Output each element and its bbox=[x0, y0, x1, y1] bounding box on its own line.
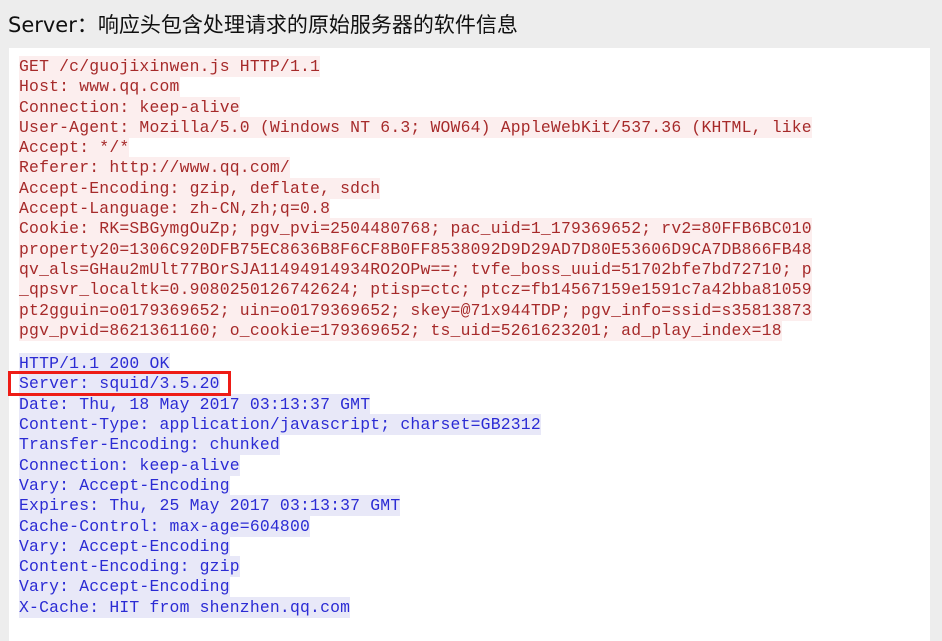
response-header-line-text: Connection: keep-alive bbox=[19, 454, 240, 476]
request-header-line-text: Host: www.qq.com bbox=[19, 76, 180, 98]
page-root: Server：响应头包含处理请求的原始服务器的软件信息 GET /c/guoji… bbox=[0, 0, 942, 641]
request-header-line: Referer: http://www.qq.com/ bbox=[9, 157, 930, 179]
title-bar: Server：响应头包含处理请求的原始服务器的软件信息 bbox=[0, 0, 942, 48]
request-header-line: _qpsvr_localtk=0.9080250126742624; ptisp… bbox=[9, 279, 930, 301]
response-header-line-text: Vary: Accept-Encoding bbox=[19, 576, 230, 598]
headers-list: GET /c/guojixinwen.js HTTP/1.1 Host: www.… bbox=[9, 48, 930, 618]
request-header-line-text: property20=1306C920DFB75EC8636B8F6CF8B0F… bbox=[19, 238, 812, 260]
request-header-line-text: Referer: http://www.qq.com/ bbox=[19, 157, 290, 179]
request-header-line: Host: www.qq.com bbox=[9, 76, 930, 98]
request-header-line-text: Accept-Language: zh-CN,zh;q=0.8 bbox=[19, 198, 331, 220]
request-header-line-text: Cookie: RK=SBGymgOuZp; pgv_pvi=250448076… bbox=[19, 218, 812, 240]
request-header-line-text: Accept-Encoding: gzip, deflate, sdch bbox=[19, 177, 381, 199]
response-header-line: Transfer-Encoding: chunked bbox=[9, 434, 930, 456]
request-header-line-text: _qpsvr_localtk=0.9080250126742624; ptisp… bbox=[19, 279, 812, 301]
request-header-line-text: pgv_pvid=8621361160; o_cookie=179369652;… bbox=[19, 319, 782, 341]
response-header-line: Vary: Accept-Encoding bbox=[9, 535, 930, 557]
request-header-line: pt2gguin=o0179369652; uin=o0179369652; s… bbox=[9, 299, 930, 321]
response-header-line: X-Cache: HIT from shenzhen.qq.com bbox=[9, 596, 930, 618]
response-header-line: Connection: keep-alive bbox=[9, 454, 930, 476]
response-header-line: Cache-Control: max-age=604800 bbox=[9, 515, 930, 537]
response-header-line: Server: squid/3.5.20 bbox=[9, 373, 930, 395]
request-header-line: User-Agent: Mozilla/5.0 (Windows NT 6.3;… bbox=[9, 116, 930, 138]
response-header-line-text: Vary: Accept-Encoding bbox=[19, 535, 230, 557]
request-headers-block: GET /c/guojixinwen.js HTTP/1.1 Host: www.… bbox=[9, 56, 930, 341]
response-header-line: Expires: Thu, 25 May 2017 03:13:37 GMT bbox=[9, 495, 930, 517]
request-header-line: qv_als=GHau2mUlt77BOrSJA11494914934RO2OP… bbox=[9, 258, 930, 280]
request-header-line: Accept-Language: zh-CN,zh;q=0.8 bbox=[9, 198, 930, 220]
request-header-line-text: GET /c/guojixinwen.js HTTP/1.1 bbox=[19, 56, 321, 77]
request-header-line: GET /c/guojixinwen.js HTTP/1.1 bbox=[9, 56, 930, 77]
response-header-line-text: Date: Thu, 18 May 2017 03:13:37 GMT bbox=[19, 393, 371, 415]
request-header-line: pgv_pvid=8621361160; o_cookie=179369652;… bbox=[9, 319, 930, 341]
response-header-line: Content-Type: application/javascript; ch… bbox=[9, 414, 930, 436]
response-header-line-text: Vary: Accept-Encoding bbox=[19, 474, 230, 496]
response-header-line-text: Server: squid/3.5.20 bbox=[19, 373, 220, 395]
response-header-line-text: Content-Encoding: gzip bbox=[19, 556, 240, 578]
request-header-line-text: pt2gguin=o0179369652; uin=o0179369652; s… bbox=[19, 299, 812, 321]
request-header-line: property20=1306C920DFB75EC8636B8F6CF8B0F… bbox=[9, 238, 930, 260]
response-header-line: HTTP/1.1 200 OK bbox=[9, 353, 930, 375]
request-header-line: Connection: keep-alive bbox=[9, 96, 930, 118]
response-header-line-text: Cache-Control: max-age=604800 bbox=[19, 515, 311, 537]
http-headers-panel: GET /c/guojixinwen.js HTTP/1.1 Host: www.… bbox=[9, 48, 930, 641]
response-header-line-text: Transfer-Encoding: chunked bbox=[19, 434, 280, 456]
response-header-line-text: HTTP/1.1 200 OK bbox=[19, 353, 170, 375]
request-header-line: Accept-Encoding: gzip, deflate, sdch bbox=[9, 177, 930, 199]
response-header-line-text: Content-Type: application/javascript; ch… bbox=[19, 414, 541, 436]
request-header-line-text: Connection: keep-alive bbox=[19, 96, 240, 118]
response-headers-block: HTTP/1.1 200 OK Server: squid/3.5.20 Date:… bbox=[9, 353, 930, 618]
response-header-line: Vary: Accept-Encoding bbox=[9, 474, 930, 496]
request-header-line-text: Accept: */* bbox=[19, 137, 130, 159]
request-header-line-text: User-Agent: Mozilla/5.0 (Windows NT 6.3;… bbox=[19, 116, 812, 138]
request-header-line: Cookie: RK=SBGymgOuZp; pgv_pvi=250448076… bbox=[9, 218, 930, 240]
request-header-line-text: qv_als=GHau2mUlt77BOrSJA11494914934RO2OP… bbox=[19, 258, 812, 280]
response-header-line: Content-Encoding: gzip bbox=[9, 556, 930, 578]
response-header-line: Vary: Accept-Encoding bbox=[9, 576, 930, 598]
response-header-line-text: Expires: Thu, 25 May 2017 03:13:37 GMT bbox=[19, 495, 401, 517]
request-header-line: Accept: */* bbox=[9, 137, 930, 159]
response-header-line: Date: Thu, 18 May 2017 03:13:37 GMT bbox=[9, 393, 930, 415]
page-title: Server：响应头包含处理请求的原始服务器的软件信息 bbox=[8, 13, 518, 37]
response-header-line-text: X-Cache: HIT from shenzhen.qq.com bbox=[19, 596, 351, 618]
